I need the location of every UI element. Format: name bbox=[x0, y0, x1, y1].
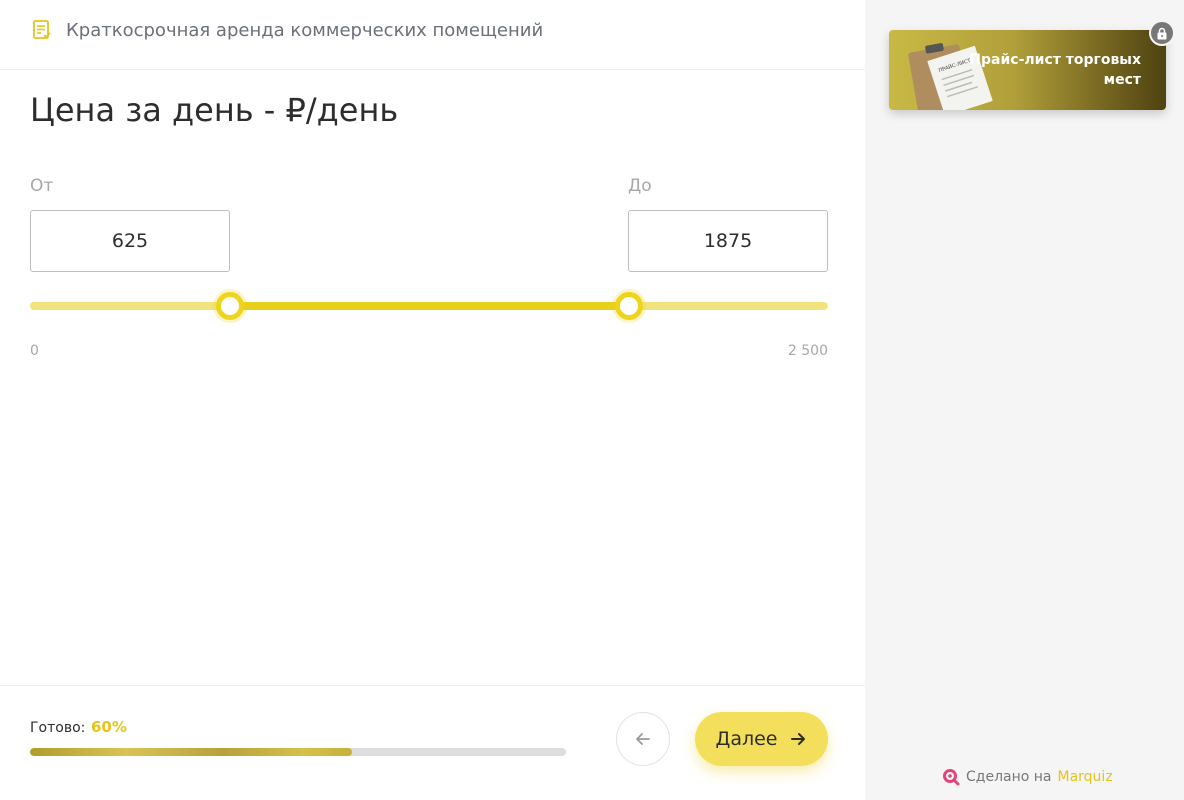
quiz-sidebar: ПРАЙС-ЛИСТ Прайс-лист торговых мест Сдел… bbox=[865, 0, 1184, 800]
slider-selected-range bbox=[229, 302, 629, 310]
progress-bar bbox=[30, 748, 566, 756]
question-title: Цена за день - ₽/день bbox=[30, 91, 399, 129]
next-button-label: Далее bbox=[715, 728, 778, 750]
quiz-header: Краткосрочная аренда коммерческих помеще… bbox=[0, 0, 865, 70]
slider-handle-min[interactable] bbox=[215, 292, 244, 320]
slider-handle-max[interactable] bbox=[614, 292, 643, 320]
progress-label: Готово: bbox=[30, 720, 86, 736]
back-button[interactable] bbox=[616, 712, 670, 766]
to-label: До bbox=[628, 176, 652, 196]
arrow-right-icon bbox=[790, 733, 805, 745]
made-with-prefix: Сделано на bbox=[966, 769, 1052, 785]
progress-fill bbox=[30, 748, 352, 756]
from-label: От bbox=[30, 176, 54, 196]
form-icon bbox=[33, 20, 51, 39]
slider-max-label: 2 500 bbox=[787, 343, 828, 359]
slider-min-label: 0 bbox=[30, 343, 39, 359]
from-input[interactable] bbox=[30, 210, 230, 272]
price-range-slider[interactable] bbox=[30, 292, 828, 320]
to-input[interactable] bbox=[628, 210, 828, 272]
next-button[interactable]: Далее bbox=[695, 712, 828, 766]
quiz-footer: Готово: 60% Далее bbox=[0, 685, 865, 800]
marquiz-logo-icon bbox=[943, 769, 960, 786]
quiz-main: Краткосрочная аренда коммерческих помеще… bbox=[0, 0, 865, 800]
progress-value: 60% bbox=[91, 718, 127, 736]
quiz-title: Краткосрочная аренда коммерческих помеще… bbox=[66, 20, 544, 41]
made-with-brand: Marquiz bbox=[1057, 769, 1113, 785]
made-with-link[interactable]: Сделано на Marquiz bbox=[942, 768, 1113, 786]
arrow-left-icon bbox=[636, 733, 650, 745]
bonus-card[interactable]: ПРАЙС-ЛИСТ Прайс-лист торговых мест bbox=[889, 30, 1166, 110]
bonus-title: Прайс-лист торговых мест bbox=[969, 52, 1141, 88]
lock-icon bbox=[1149, 20, 1175, 46]
